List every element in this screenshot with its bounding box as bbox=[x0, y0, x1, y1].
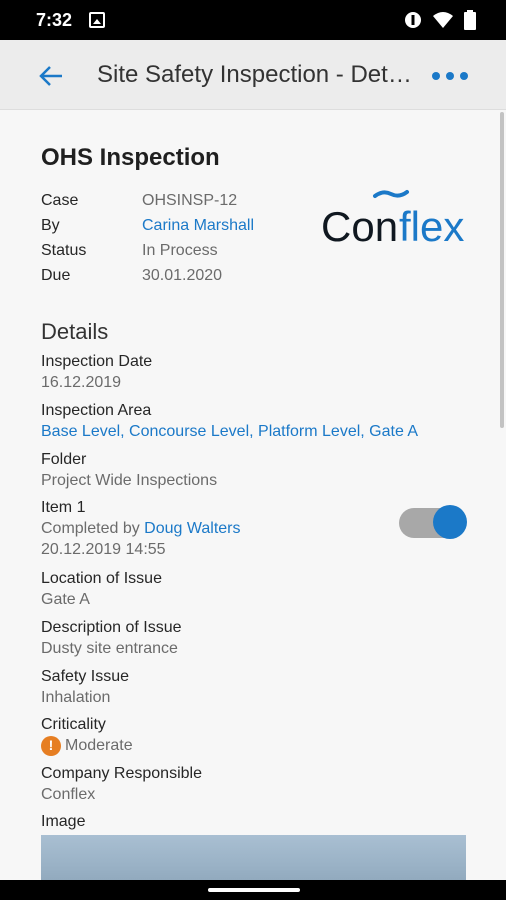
due-date-value: 30.01.2020 bbox=[142, 266, 223, 284]
completed-at: 20.12.2019 14:55 bbox=[41, 541, 166, 558]
more-dot-icon bbox=[432, 72, 440, 80]
author-link[interactable]: Carina Marshall bbox=[142, 217, 254, 235]
criticality-value: Moderate bbox=[65, 737, 133, 754]
more-options-button[interactable] bbox=[432, 70, 468, 82]
status-time: 7:32 bbox=[36, 10, 73, 30]
field-value: Project Wide Inspections bbox=[41, 472, 218, 489]
arrow-back-icon bbox=[39, 66, 62, 86]
field-image: Image bbox=[41, 811, 481, 832]
page-title: OHS Inspection bbox=[41, 144, 220, 171]
field-value: Conflex bbox=[41, 786, 96, 803]
more-dot-icon bbox=[460, 72, 468, 80]
warning-icon: ! bbox=[41, 735, 61, 756]
summary-label: Status bbox=[41, 241, 87, 259]
completed-by-row: Completed by Doug Walters bbox=[41, 518, 381, 539]
field-label: Inspection Area bbox=[41, 402, 152, 419]
summary-label: By bbox=[41, 216, 60, 234]
gallery-notification-icon bbox=[89, 12, 105, 28]
inspection-image[interactable] bbox=[41, 835, 466, 880]
more-dot-icon bbox=[446, 72, 454, 80]
do-not-disturb-icon bbox=[405, 12, 421, 28]
app-bar: Site Safety Inspection - Details bbox=[0, 40, 506, 110]
summary-row-case: Case OHSINSP-12 bbox=[41, 188, 254, 213]
field-criticality: Criticality ! Moderate bbox=[41, 714, 481, 756]
completed-prefix: Completed by bbox=[41, 520, 140, 537]
svg-text:Con: Con bbox=[321, 203, 398, 246]
field-value: Dusty site entrance bbox=[41, 640, 178, 657]
navigation-bar bbox=[0, 880, 506, 900]
field-label: Inspection Date bbox=[41, 353, 153, 370]
conflex-logo: Con flex bbox=[321, 190, 464, 246]
field-description: Description of Issue Dusty site entrance bbox=[41, 617, 481, 659]
content-area: OHS Inspection Case OHSINSP-12 By Carina… bbox=[0, 111, 506, 880]
field-label: Criticality bbox=[41, 716, 106, 733]
field-inspection-date: Inspection Date 16.12.2019 bbox=[41, 351, 481, 393]
completed-by-link[interactable]: Doug Walters bbox=[144, 520, 240, 537]
svg-text:flex: flex bbox=[399, 203, 464, 246]
field-folder: Folder Project Wide Inspections bbox=[41, 449, 481, 491]
field-label: Safety Issue bbox=[41, 668, 130, 685]
field-label: Description of Issue bbox=[41, 619, 182, 636]
field-label: Folder bbox=[41, 451, 87, 468]
field-location: Location of Issue Gate A bbox=[41, 568, 481, 610]
wifi-icon bbox=[433, 12, 453, 28]
summary-label: Due bbox=[41, 266, 71, 284]
field-item: Item 1 Completed by Doug Walters 20.12.2… bbox=[41, 497, 381, 560]
summary-table: Case OHSINSP-12 By Carina Marshall Statu… bbox=[41, 188, 254, 288]
criticality-row: ! Moderate bbox=[41, 735, 481, 756]
field-label: Location of Issue bbox=[41, 570, 162, 587]
battery-icon bbox=[464, 10, 476, 30]
field-company: Company Responsible Conflex bbox=[41, 763, 481, 805]
summary-row-status: Status In Process bbox=[41, 238, 254, 263]
field-label: Company Responsible bbox=[41, 765, 202, 782]
summary-value: OHSINSP-12 bbox=[142, 191, 238, 209]
field-value: 16.12.2019 bbox=[41, 374, 122, 391]
status-icons bbox=[404, 10, 476, 30]
back-button[interactable] bbox=[36, 61, 66, 91]
field-value: Gate A bbox=[41, 591, 90, 608]
toggle-thumb bbox=[433, 505, 467, 539]
details-section-title: Details bbox=[41, 319, 109, 344]
field-value: Inhalation bbox=[41, 689, 111, 706]
status-bar: 7:32 bbox=[0, 0, 506, 40]
summary-row-by: By Carina Marshall bbox=[41, 213, 254, 238]
field-label: Image bbox=[41, 813, 86, 830]
item-completed-toggle[interactable] bbox=[397, 504, 467, 540]
inspection-area-link[interactable]: Base Level, Concourse Level, Platform Le… bbox=[41, 421, 481, 442]
home-gesture-handle[interactable] bbox=[208, 888, 300, 892]
status-value: In Process bbox=[142, 241, 218, 259]
field-inspection-area: Inspection Area Base Level, Concourse Le… bbox=[41, 400, 481, 442]
item-label: Item 1 bbox=[41, 499, 86, 516]
summary-row-due: Due 30.01.2020 bbox=[41, 263, 254, 288]
app-bar-title: Site Safety Inspection - Details bbox=[97, 61, 412, 88]
field-safety-issue: Safety Issue Inhalation bbox=[41, 666, 481, 708]
summary-label: Case bbox=[41, 191, 79, 209]
